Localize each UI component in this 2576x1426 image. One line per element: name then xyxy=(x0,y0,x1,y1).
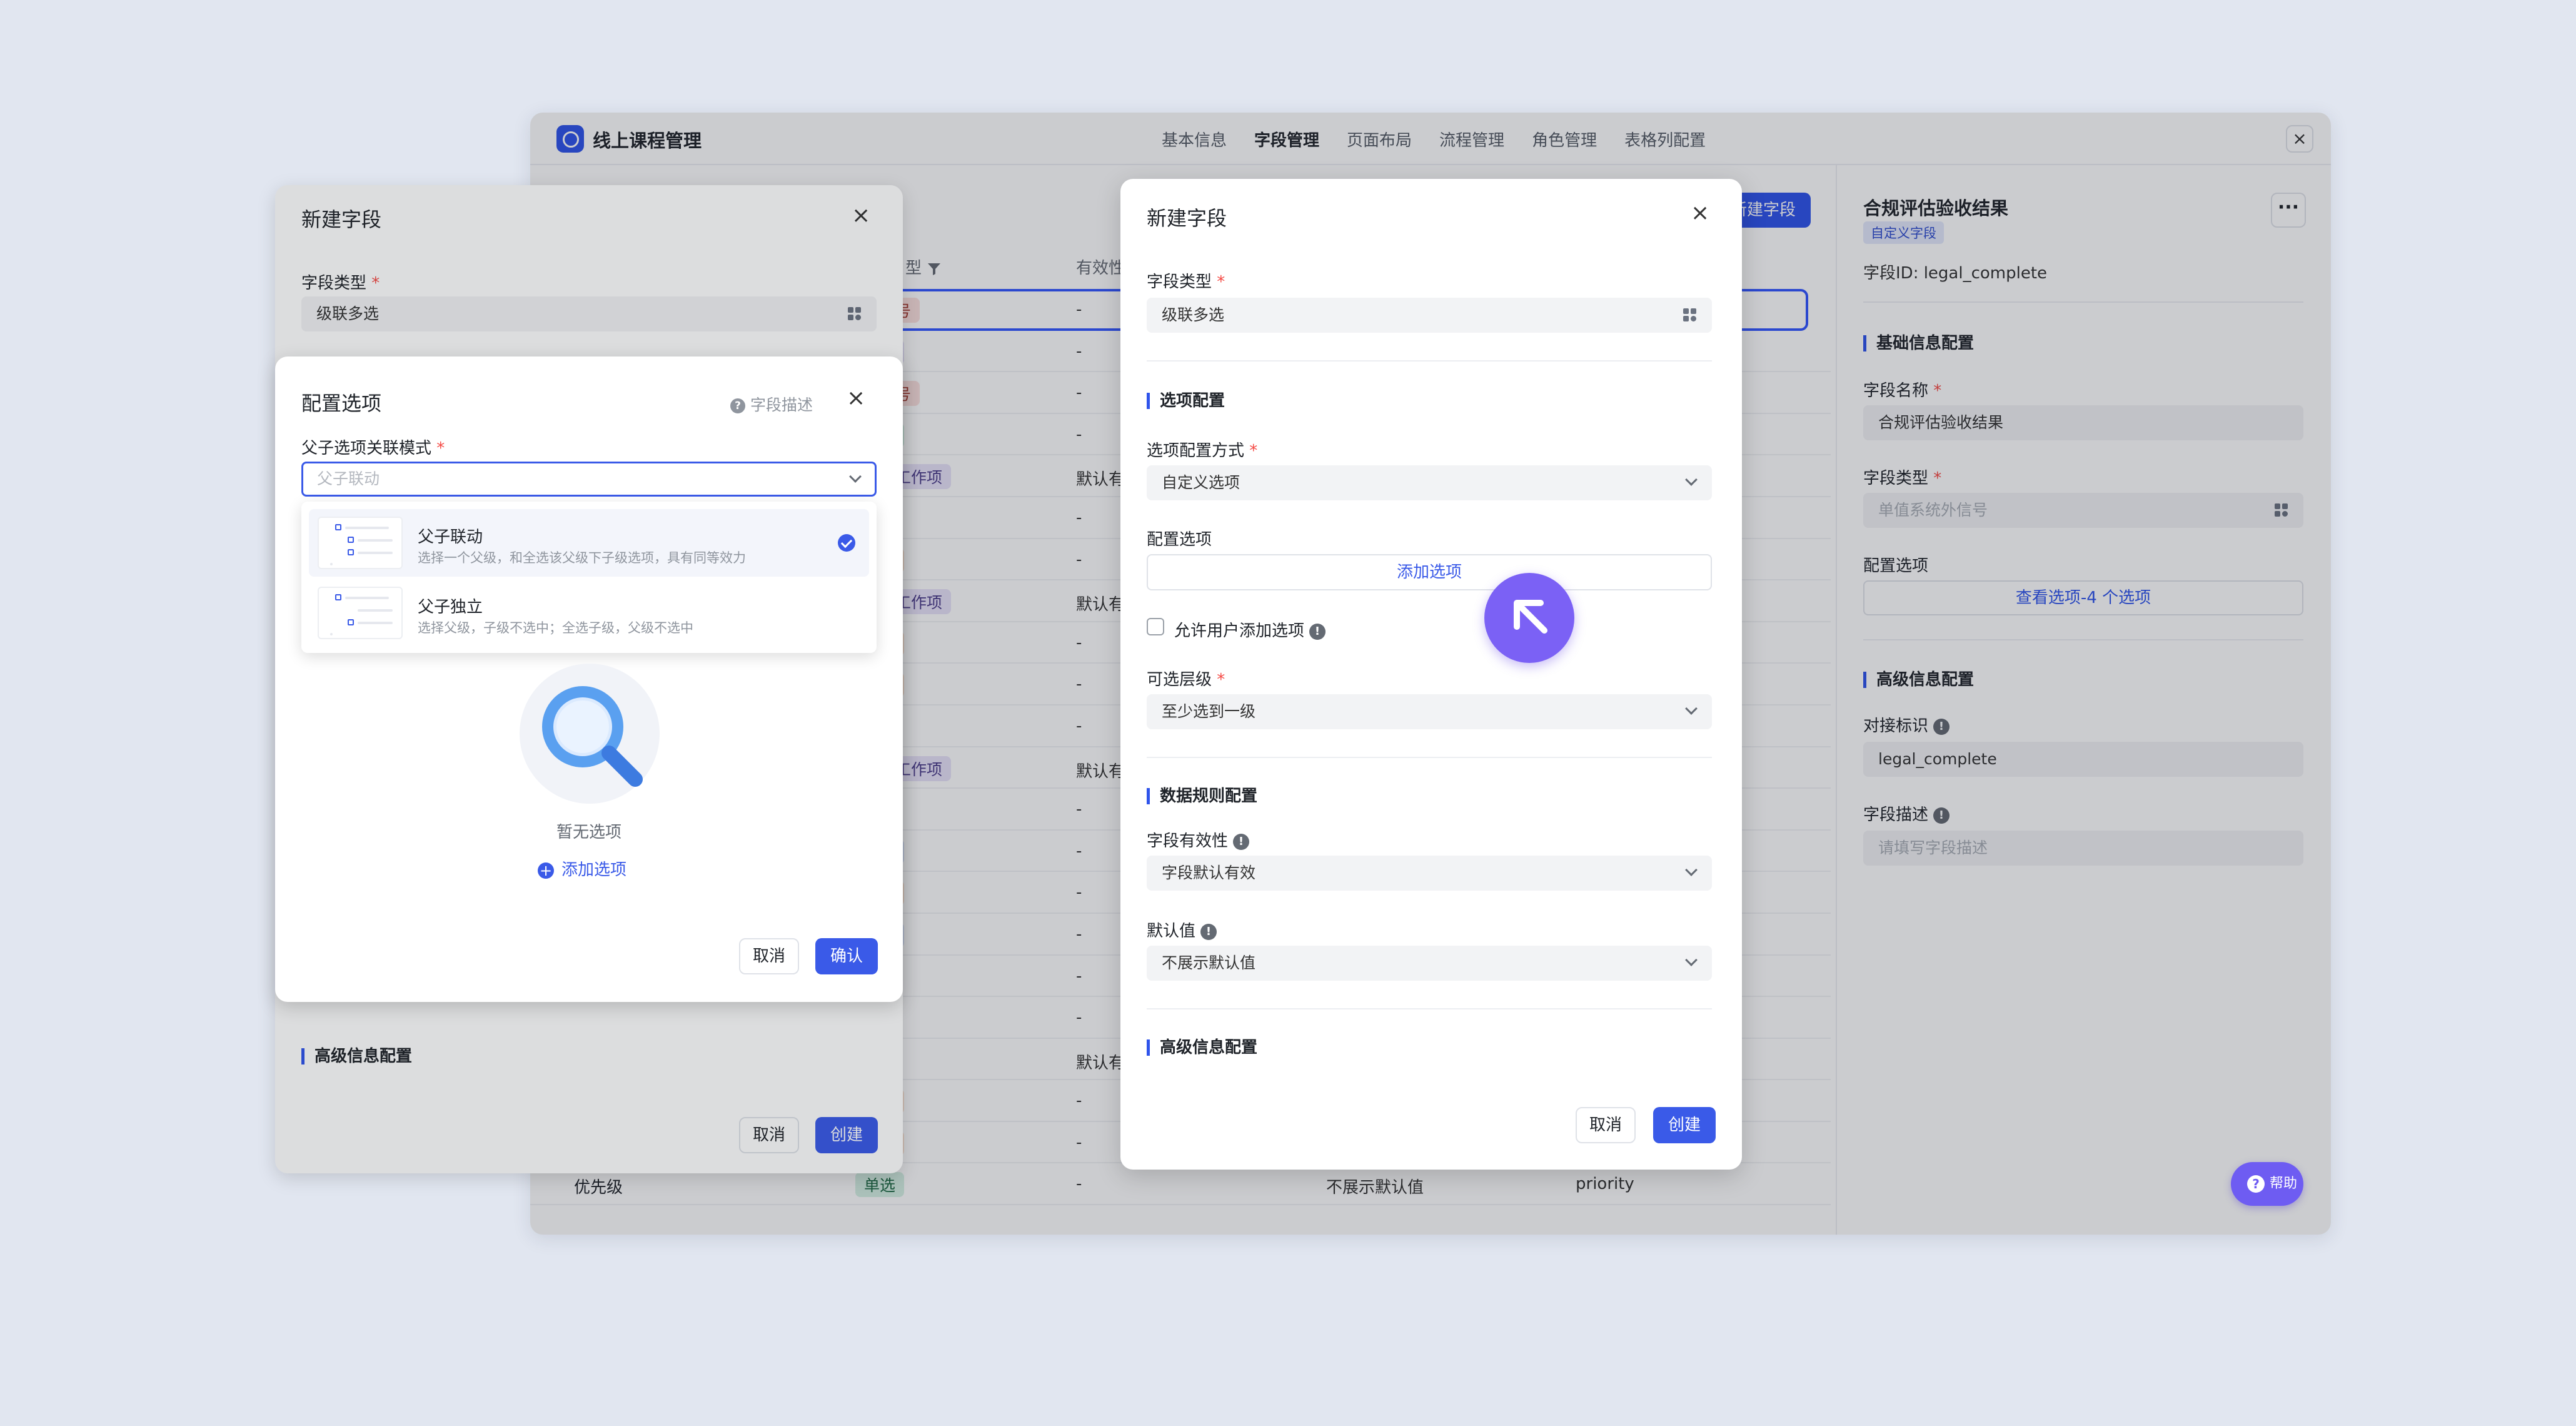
confirm-button[interactable]: 确认 xyxy=(815,938,878,974)
new-field-modal-right: 新建字段 × 字段类型 * 级联多选 选项配置 选项配置方式 * 自定义选项 配… xyxy=(1120,179,1742,1170)
field-type-input[interactable]: 级联多选 xyxy=(1147,298,1712,333)
validity-select[interactable]: 字段默认有效 xyxy=(1147,856,1712,891)
grid-icon xyxy=(1683,308,1697,322)
level-select[interactable]: 至少选到一级 xyxy=(1147,694,1712,729)
help-button[interactable]: ? 帮助 xyxy=(2231,1162,2303,1206)
option-description: 选择一个父级，和全选该父级下子级选项，具有同等效力 xyxy=(418,550,746,565)
option-parent-child-independent[interactable]: 父子独立 选择父级，子级不选中；全选子级，父级不选中 xyxy=(309,579,869,647)
arrow-up-left-icon xyxy=(1514,600,1547,634)
chevron-down-icon xyxy=(1685,473,1698,486)
mode-select[interactable]: 父子联动 xyxy=(301,462,877,497)
option-config-section-title: 选项配置 xyxy=(1147,393,1225,409)
cancel-button[interactable]: 取消 xyxy=(739,938,799,974)
help-circle-icon: ? xyxy=(730,398,745,413)
info-icon: ! xyxy=(1233,833,1250,850)
chevron-down-icon xyxy=(849,470,862,483)
help-icon: ? xyxy=(2247,1175,2265,1193)
divider xyxy=(1147,360,1712,362)
independent-mode-thumbnail xyxy=(318,587,403,639)
chevron-down-icon xyxy=(1685,864,1698,876)
default-value-label: 默认值! xyxy=(1147,918,1217,941)
divider xyxy=(1147,1008,1712,1009)
create-button[interactable]: 创建 xyxy=(1653,1107,1716,1143)
close-icon[interactable]: × xyxy=(847,385,865,411)
info-icon: ! xyxy=(1200,923,1217,940)
chevron-down-icon xyxy=(1685,702,1698,715)
option-parent-child-linked[interactable]: 父子联动 选择一个父级，和全选该父级下子级选项，具有同等效力 xyxy=(309,509,869,577)
divider xyxy=(1147,757,1712,758)
add-option-button[interactable]: 添加选项 xyxy=(1147,554,1712,590)
cursor-indicator xyxy=(1484,573,1574,663)
option-title: 父子联动 xyxy=(418,528,483,547)
validity-label: 字段有效性! xyxy=(1147,828,1250,851)
plus-circle-icon: + xyxy=(538,862,554,879)
empty-search-illustration xyxy=(520,664,660,804)
config-options-label: 配置选项 xyxy=(1147,530,1212,549)
data-rule-section-title: 数据规则配置 xyxy=(1147,788,1257,804)
field-description-link[interactable]: ? 字段描述 xyxy=(730,393,813,415)
option-title: 父子独立 xyxy=(418,598,483,617)
add-option-link[interactable]: + 添加选项 xyxy=(538,857,626,880)
chevron-down-icon xyxy=(1685,954,1698,966)
option-method-label: 选项配置方式 * xyxy=(1147,442,1258,460)
close-icon[interactable]: × xyxy=(1691,200,1709,226)
option-description: 选择父级，子级不选中；全选子级，父级不选中 xyxy=(418,620,693,635)
mode-dropdown: 父子联动 选择一个父级，和全选该父级下子级选项，具有同等效力 父子独立 选择父级… xyxy=(301,502,877,653)
linked-mode-thumbnail xyxy=(318,517,403,569)
cancel-button[interactable]: 取消 xyxy=(1576,1107,1636,1143)
allow-user-add-checkbox[interactable] xyxy=(1147,618,1164,635)
allow-user-add-label: 允许用户添加选项! xyxy=(1174,618,1326,641)
modal-title: 配置选项 xyxy=(301,392,382,415)
info-icon: ! xyxy=(1309,623,1326,640)
empty-state-text: 暂无选项 xyxy=(556,823,621,842)
level-label: 可选层级 * xyxy=(1147,670,1225,689)
mode-label: 父子选项关联模式 * xyxy=(301,439,445,458)
default-value-select[interactable]: 不展示默认值 xyxy=(1147,946,1712,981)
check-icon xyxy=(838,534,855,552)
modal-title: 新建字段 xyxy=(1147,206,1227,230)
advanced-section-title: 高级信息配置 xyxy=(1147,1039,1257,1056)
field-type-label: 字段类型 * xyxy=(1147,273,1225,291)
config-options-modal: 配置选项 ? 字段描述 × 父子选项关联模式 * 父子联动 父子联动 选择一个父级… xyxy=(275,356,903,1002)
option-method-select[interactable]: 自定义选项 xyxy=(1147,465,1712,500)
